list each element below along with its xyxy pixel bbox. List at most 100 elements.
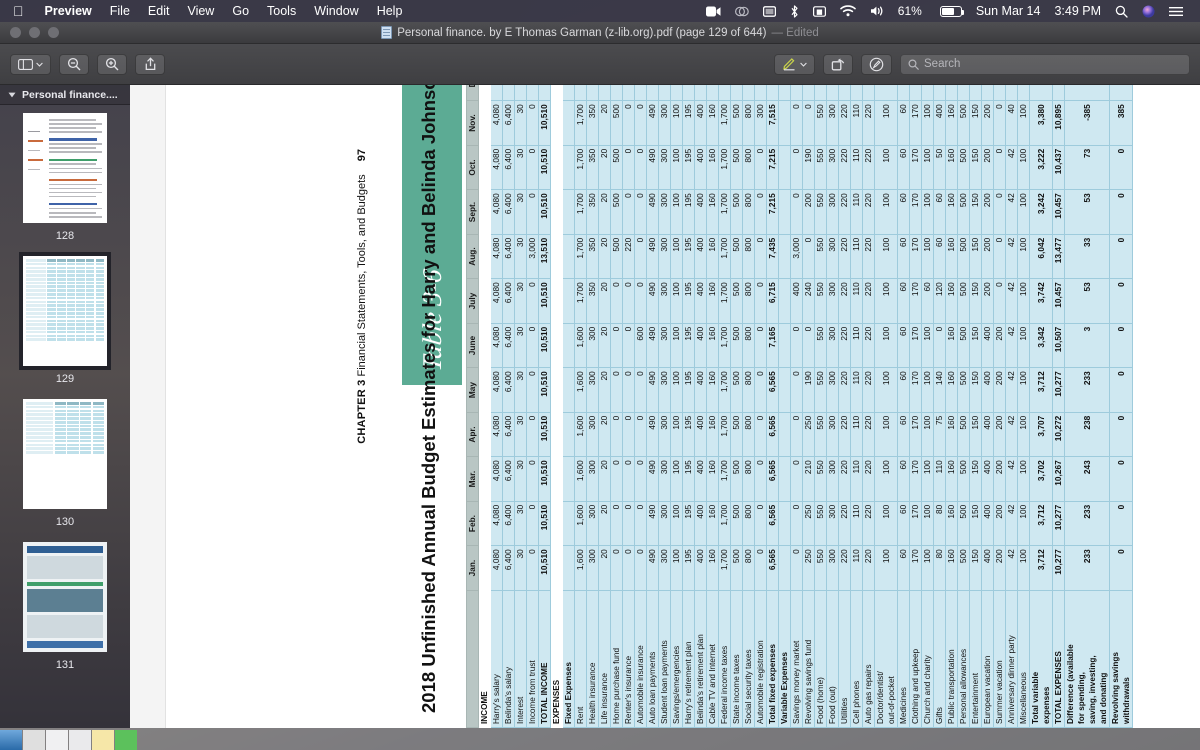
thumbnail-list[interactable]: 128 129 130 131 — [0, 105, 130, 685]
menu-item-view[interactable]: View — [178, 4, 223, 18]
data-cell: 100 — [670, 501, 683, 546]
data-cell: 42 — [1005, 323, 1018, 368]
dock-icon-launchpad[interactable] — [23, 730, 45, 750]
data-cell: 500 — [610, 145, 623, 190]
dock-icon-notes[interactable] — [92, 730, 114, 750]
data-cell: 200 — [981, 278, 994, 324]
data-cell: 0 — [610, 545, 623, 591]
data-cell: 100 — [1017, 234, 1030, 279]
data-cell: 0 — [634, 189, 647, 235]
data-cell: 300 — [658, 545, 671, 591]
document-title-text: Personal finance. by E Thomas Garman (z-… — [397, 26, 767, 39]
spotlight-search-icon[interactable] — [1108, 5, 1135, 18]
volume-icon[interactable] — [863, 5, 891, 17]
table-row: Belinda's salary 6,400 6,400 6,400 6,400 6,40… — [502, 85, 515, 728]
empty-cell — [778, 234, 791, 279]
data-cell: 400 — [790, 278, 803, 324]
display-icon[interactable] — [756, 5, 783, 17]
menu-item-tools[interactable]: Tools — [258, 4, 305, 18]
data-cell: 160 — [706, 412, 719, 457]
thumbnail-page-130[interactable] — [23, 399, 107, 509]
row-label: Miscellaneous — [1017, 590, 1030, 728]
data-cell: 500 — [730, 100, 743, 146]
data-cell: 220 — [862, 189, 875, 235]
menu-item-go[interactable]: Go — [223, 4, 258, 18]
wifi-icon[interactable] — [833, 5, 863, 17]
thumbnail-page-129[interactable] — [19, 252, 111, 370]
empty-cell — [478, 100, 491, 146]
data-cell: 42 — [1005, 145, 1018, 190]
siri-icon[interactable] — [1135, 5, 1162, 18]
thumbnail-sidebar[interactable]: Personal finance.... 128 129 130 131 — [0, 85, 130, 728]
window-title-bar[interactable]: Personal finance. by E Thomas Garman (z-… — [0, 22, 1200, 44]
data-cell: 195 — [682, 100, 695, 146]
col-header-oct: Oct. — [466, 145, 479, 190]
data-cell: 110 — [850, 234, 863, 279]
data-cell: 500 — [610, 85, 623, 101]
data-cell: 490 — [646, 278, 659, 324]
data-cell: 550 — [814, 545, 827, 591]
data-cell: 220 — [862, 100, 875, 146]
data-cell: 500 — [957, 234, 970, 279]
data-cell: 400 — [981, 412, 994, 457]
dock-icon-finder[interactable] — [0, 730, 22, 750]
battery-icon[interactable] — [929, 5, 969, 17]
row-label: Utilities — [838, 590, 851, 728]
macos-dock[interactable] — [0, 728, 1200, 750]
dock-icon-messages[interactable] — [115, 730, 137, 750]
data-cell: 4,080 — [490, 545, 503, 591]
data-cell: 13,477 — [1052, 234, 1065, 279]
menu-item-preview[interactable]: Preview — [36, 4, 101, 18]
data-cell: 490 — [646, 412, 659, 457]
data-cell: 300 — [586, 367, 599, 413]
empty-cell — [562, 234, 575, 279]
data-cell: 160 — [706, 145, 719, 190]
thumbnail-page-131[interactable] — [23, 542, 107, 652]
row-label: Belinda's salary — [502, 590, 515, 728]
data-cell: 42 — [1005, 456, 1018, 502]
empty-cell — [478, 189, 491, 235]
sidebar-header[interactable]: Personal finance.... — [0, 85, 130, 105]
share-button[interactable] — [135, 53, 165, 75]
empty-cell — [478, 412, 491, 457]
row-label: Belinda's retirement plan — [694, 590, 707, 728]
pdf-page-view[interactable]: CHAPTER 3 Financial Statements, Tools, a… — [130, 85, 1200, 728]
keyboard-input-icon[interactable]: ■ — [806, 5, 833, 17]
notification-center-icon[interactable] — [1162, 6, 1190, 17]
facetime-icon[interactable] — [699, 6, 728, 17]
data-cell: 200 — [981, 85, 994, 101]
empty-cell — [778, 189, 791, 235]
data-cell: 220 — [838, 412, 851, 457]
apple-logo-icon[interactable]:  — [0, 4, 36, 18]
search-field[interactable]: Search — [900, 53, 1190, 75]
annotate-button[interactable] — [861, 53, 892, 75]
markup-button[interactable] — [774, 53, 815, 75]
data-cell: 550 — [814, 100, 827, 146]
data-cell: 0 — [993, 85, 1006, 101]
menu-item-file[interactable]: File — [101, 4, 139, 18]
data-cell: 195 — [682, 545, 695, 591]
sidebar-view-button[interactable] — [10, 53, 51, 75]
data-cell: 0 — [634, 456, 647, 502]
row-label: Summer vacation — [993, 590, 1006, 728]
menu-item-window[interactable]: Window — [305, 4, 367, 18]
empty-cell — [550, 278, 563, 324]
data-cell: 350 — [586, 234, 599, 279]
menu-item-edit[interactable]: Edit — [139, 4, 179, 18]
data-cell: 490 — [646, 145, 659, 190]
data-cell: 0 — [754, 323, 767, 368]
data-cell: 190 — [802, 145, 815, 190]
data-cell: 200 — [802, 189, 815, 235]
menu-item-help[interactable]: Help — [368, 4, 412, 18]
dock-icon-safari[interactable] — [46, 730, 68, 750]
bluetooth-icon[interactable] — [783, 4, 806, 18]
data-cell: 550 — [814, 145, 827, 190]
dock-icon-mail[interactable] — [69, 730, 91, 750]
data-cell: 20 — [598, 323, 611, 368]
zoom-out-button[interactable] — [59, 53, 89, 75]
data-cell: 350 — [586, 278, 599, 324]
zoom-in-button[interactable] — [97, 53, 127, 75]
thumbnail-page-128[interactable] — [23, 113, 107, 223]
rotate-button[interactable] — [823, 53, 853, 75]
creative-cloud-icon[interactable] — [728, 6, 756, 17]
